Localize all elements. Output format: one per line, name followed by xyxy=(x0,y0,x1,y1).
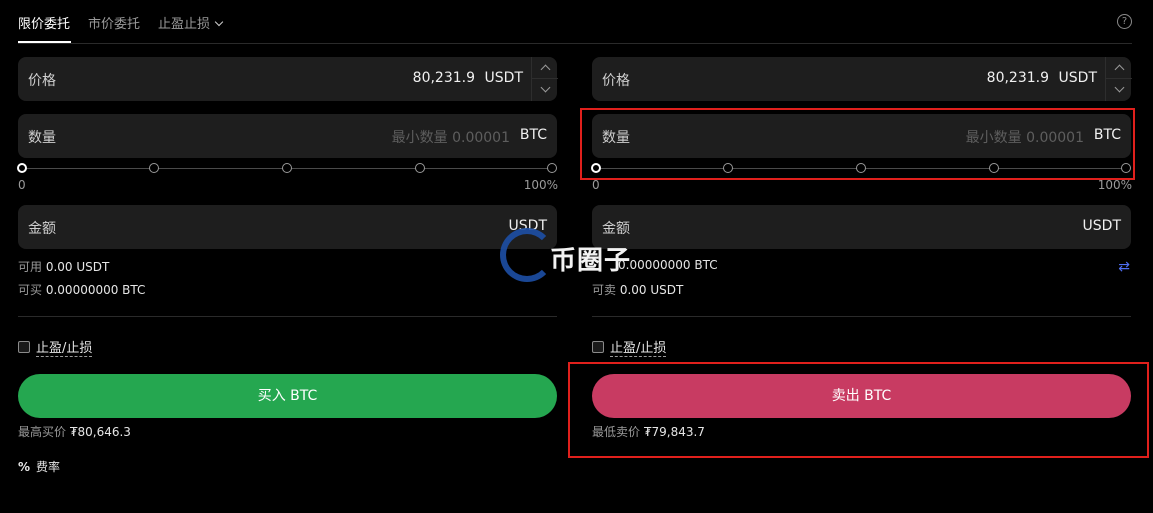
divider xyxy=(18,316,557,317)
slider-step-100[interactable] xyxy=(547,163,557,173)
sell-amount-input[interactable]: 金额 USDT xyxy=(592,205,1131,249)
increment-button[interactable] xyxy=(1106,57,1132,79)
price-label: 价格 xyxy=(28,73,56,89)
slider-handle[interactable] xyxy=(17,163,27,173)
watermark-ring-icon xyxy=(500,228,554,282)
price-stepper xyxy=(531,57,558,101)
price-value: 80,231.9 xyxy=(412,70,475,86)
slider-step-50[interactable] xyxy=(282,163,292,173)
highest-buy-label: 最高买价 xyxy=(18,425,67,439)
slider-step-75[interactable] xyxy=(415,163,425,173)
amount-unit: USDT xyxy=(1082,218,1121,234)
max-buy-value: 0.00000000 BTC xyxy=(45,283,146,297)
max-buy: 可买 0.00000000 BTC xyxy=(18,281,145,298)
quantity-placeholder: 最小数量 0.00001 xyxy=(391,130,510,146)
fee-label: 费率 xyxy=(36,460,61,474)
buy-tpsl-checkbox[interactable]: 止盈/止损 xyxy=(18,337,93,357)
available-value: 0.00 USDT xyxy=(45,260,110,274)
buy-amount-input[interactable]: 金额 USDT xyxy=(18,205,557,249)
swap-icon[interactable]: ⇄ xyxy=(1118,259,1130,275)
tpsl-label: 止盈/止损 xyxy=(610,341,667,357)
slider-step-25[interactable] xyxy=(149,163,159,173)
fee-rate-link[interactable]: % 费率 xyxy=(18,458,60,475)
buy-panel: 价格 80,231.9 USDT 数量 最小数量 0.00001 BTC 0 1… xyxy=(17,0,558,513)
price-unit: USDT xyxy=(484,70,523,86)
max-buy-label: 可买 xyxy=(18,283,43,297)
available-balance: 可用 0.00 USDT xyxy=(18,258,109,275)
slider-max-label: 100% xyxy=(1097,178,1132,192)
slider-min-label: 0 xyxy=(18,178,26,192)
available-label: 可用 xyxy=(18,260,43,274)
percent-icon: % xyxy=(18,460,31,474)
quantity-unit: BTC xyxy=(519,127,547,143)
buy-price-input[interactable]: 价格 80,231.9 USDT xyxy=(18,57,558,101)
highlight-box-quantity xyxy=(580,108,1135,180)
buy-percent-slider[interactable]: 0 100% xyxy=(17,162,558,192)
watermark-logo: 币圈子 xyxy=(500,226,660,286)
highest-buy-price: 最高买价 ₮80,646.3 xyxy=(18,423,131,440)
highlight-box-sell-button xyxy=(568,362,1149,458)
price-label: 价格 xyxy=(602,73,630,89)
price-value: 80,231.9 xyxy=(986,70,1049,86)
price-stepper xyxy=(1105,57,1132,101)
checkbox[interactable] xyxy=(592,341,604,353)
sell-price-input[interactable]: 价格 80,231.9 USDT xyxy=(592,57,1132,101)
quantity-label: 数量 xyxy=(28,130,56,146)
slider-min-label: 0 xyxy=(592,178,600,192)
divider xyxy=(592,316,1131,317)
slider-max-label: 100% xyxy=(523,178,558,192)
highest-buy-value: ₮80,646.3 xyxy=(69,425,131,439)
decrement-button[interactable] xyxy=(1106,79,1132,101)
decrement-button[interactable] xyxy=(532,79,558,101)
checkbox[interactable] xyxy=(18,341,30,353)
watermark-text: 币圈子 xyxy=(550,246,632,276)
buy-quantity-input[interactable]: 数量 最小数量 0.00001 BTC xyxy=(18,114,557,158)
sell-tpsl-checkbox[interactable]: 止盈/止损 xyxy=(592,337,667,357)
tpsl-label: 止盈/止损 xyxy=(36,341,93,357)
increment-button[interactable] xyxy=(532,57,558,79)
price-unit: USDT xyxy=(1058,70,1097,86)
amount-label: 金额 xyxy=(28,221,56,237)
buy-btc-button[interactable]: 买入 BTC xyxy=(18,374,557,418)
